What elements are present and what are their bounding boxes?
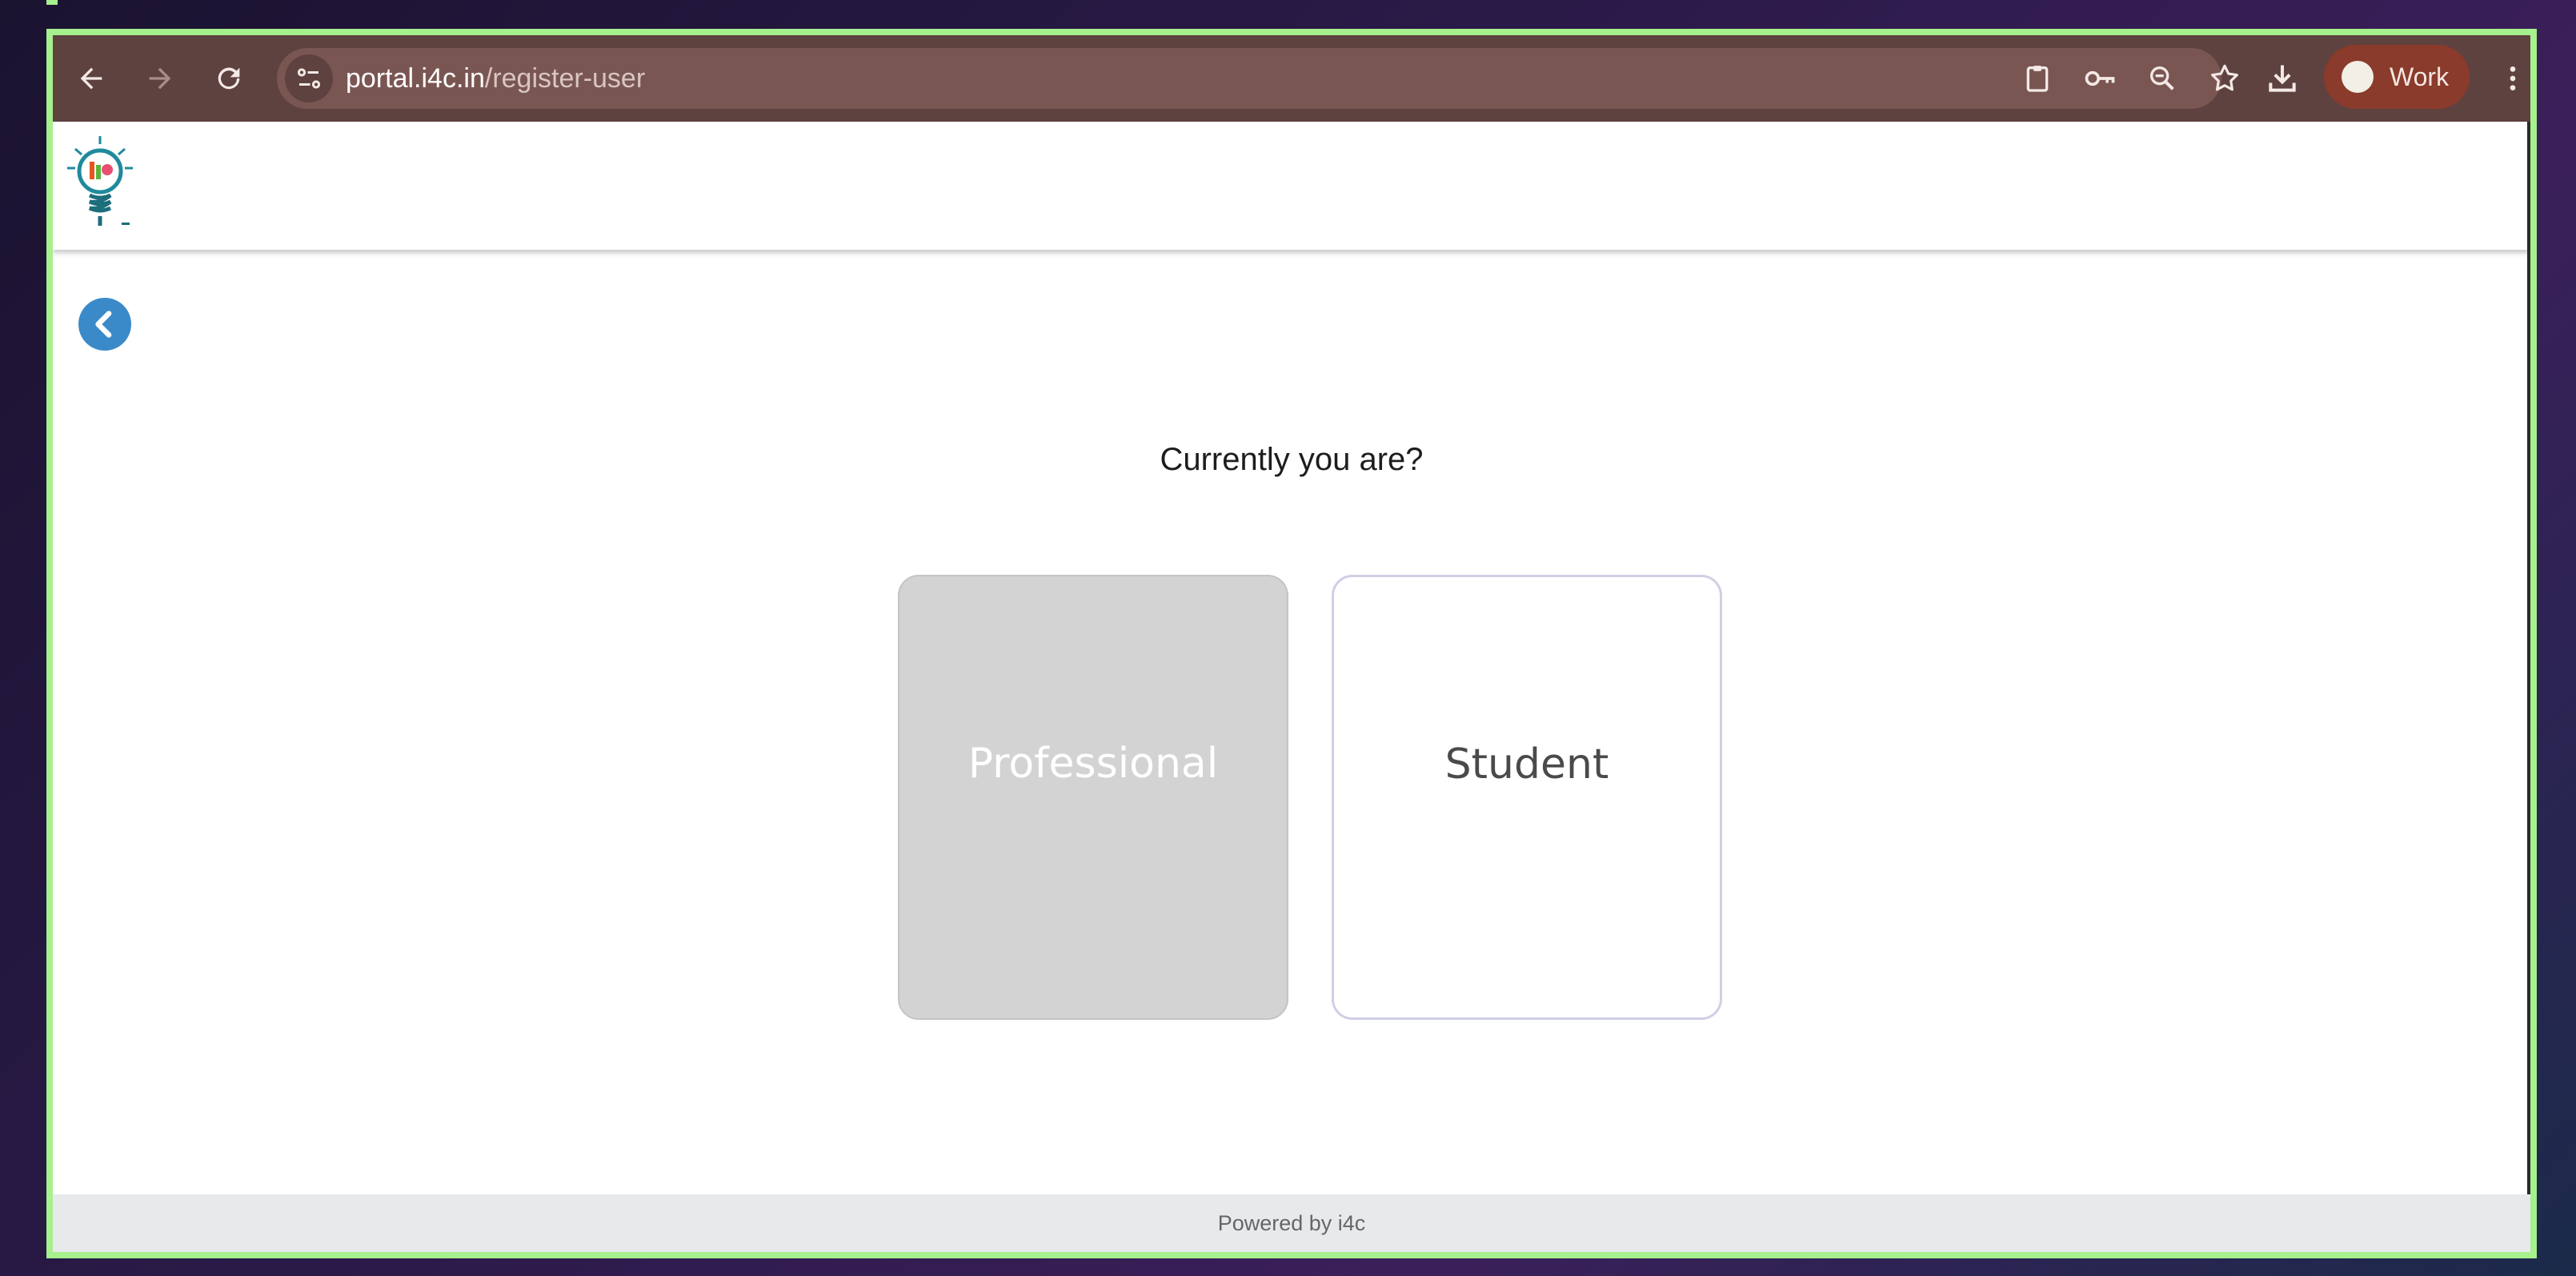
window-corner-accent	[46, 0, 58, 5]
zoom-icon	[2150, 66, 2174, 90]
url-host: portal.i4c.in	[346, 63, 485, 94]
menu-kebab-icon	[2510, 66, 2516, 90]
address-bar[interactable]: portal.i4c.in/register-user	[277, 48, 2238, 109]
back-nav-button[interactable]	[67, 54, 115, 102]
professional-option-label: Professional	[968, 740, 1219, 788]
site-settings-button[interactable]	[285, 54, 333, 102]
password-manager-button[interactable]	[2076, 54, 2124, 102]
footer-text: Powered by i4c	[1217, 1211, 1366, 1235]
student-option-card[interactable]: Student	[1332, 575, 1722, 1020]
chevron-left-icon	[95, 311, 112, 338]
clipboard-icon	[2026, 66, 2049, 92]
forward-icon	[149, 67, 171, 90]
browser-toolbar: portal.i4c.in/register-user Work	[53, 35, 2530, 122]
site-header	[53, 122, 2530, 250]
student-option-label: Student	[1444, 740, 1609, 788]
professional-option-card[interactable]: Professional	[898, 575, 1288, 1020]
profile-avatar	[2342, 61, 2374, 93]
question-heading: Currently you are?	[1160, 442, 1424, 477]
page-edge-divider	[2527, 122, 2530, 1194]
zoom-button[interactable]	[2138, 54, 2186, 102]
password-key-icon	[2085, 70, 2115, 86]
reload-icon	[218, 67, 240, 90]
browser-window: portal.i4c.in/register-user Work Current…	[46, 29, 2537, 1258]
footer: Powered by i4c	[53, 1194, 2530, 1252]
back-button[interactable]	[78, 298, 131, 351]
url-path: /register-user	[484, 63, 646, 94]
downloads-button[interactable]	[2258, 54, 2306, 102]
profile-label: Work	[2390, 62, 2450, 91]
forward-nav-button[interactable]	[136, 54, 184, 102]
back-icon	[80, 67, 102, 90]
bookmark-star-icon	[2211, 64, 2238, 91]
site-settings-icon	[297, 68, 321, 89]
browser-menu-button[interactable]	[2489, 54, 2530, 102]
i4c-logo[interactable]	[64, 133, 136, 237]
download-icon	[2269, 65, 2296, 92]
clipboard-button[interactable]	[2013, 54, 2061, 102]
url-text: portal.i4c.in/register-user	[346, 48, 645, 109]
bookmark-button[interactable]	[2201, 54, 2249, 102]
reload-button[interactable]	[205, 54, 253, 102]
web-page: Currently you are? Professional Student …	[53, 122, 2530, 1252]
profile-button[interactable]: Work	[2324, 45, 2470, 109]
